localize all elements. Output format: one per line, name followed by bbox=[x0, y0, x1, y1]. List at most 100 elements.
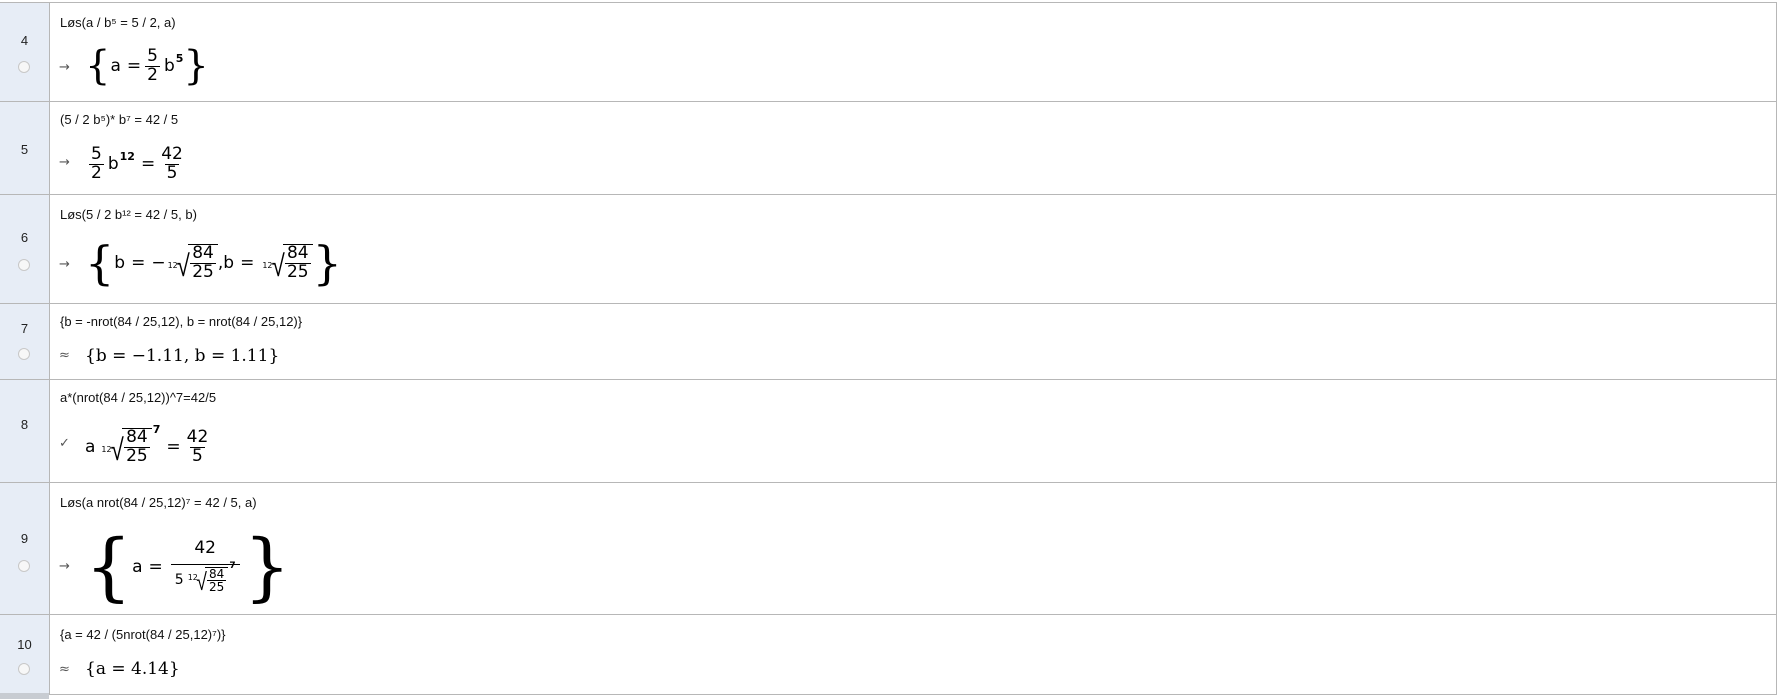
cas-output: { a = 42 5 12 √ 84 25 7} bbox=[85, 524, 291, 610]
row-header[interactable]: 6 bbox=[0, 195, 50, 303]
output-var: b bbox=[223, 253, 235, 273]
cas-output: { a = 5 2 b5 } bbox=[85, 43, 209, 89]
coefficient: 5 bbox=[174, 572, 184, 589]
cas-output: { b = − 12 √ 84 25 , b = 12 √ 84 25} bbox=[85, 236, 342, 290]
cas-row-9[interactable]: 9 Løs(a nrot(84 / 25,12)⁷ = 42 / 5, a) →… bbox=[0, 482, 1777, 614]
cas-input[interactable]: Løs(a nrot(84 / 25,12)⁷ = 42 / 5, a) bbox=[60, 495, 257, 510]
nth-root: 12 √ 84 25 bbox=[188, 566, 229, 597]
cas-input[interactable]: Løs(5 / 2 b¹² = 42 / 5, b) bbox=[60, 207, 197, 222]
fraction: 84 25 bbox=[284, 243, 311, 282]
radical-icon: √ bbox=[271, 248, 285, 284]
cas-row-5[interactable]: 5 (5 / 2 b⁵)* b⁷ = 42 / 5 → 5 2 b 12 = 42… bbox=[0, 101, 1777, 194]
cas-input[interactable]: (5 / 2 b⁵)* b⁷ = 42 / 5 bbox=[60, 112, 178, 127]
fraction: 42 5 12 √ 84 25 7 bbox=[170, 537, 240, 597]
cas-input[interactable]: Løs(a / b⁵ = 5 / 2, a) bbox=[60, 15, 176, 30]
denominator: 25 bbox=[284, 262, 311, 282]
row-number: 7 bbox=[20, 321, 29, 336]
output-var: b bbox=[114, 253, 126, 273]
output-base: b bbox=[163, 56, 175, 76]
fraction: 5 2 bbox=[89, 143, 104, 183]
cas-input[interactable]: {b = -nrot(84 / 25,12), b = nrot(84 / 25… bbox=[60, 314, 302, 329]
fraction: 42 5 bbox=[159, 143, 185, 183]
numerator: 84 bbox=[192, 243, 214, 264]
cas-output: a 12 √ 84 25 7 = 42 5 bbox=[85, 423, 214, 471]
numerator: 5 bbox=[91, 143, 102, 164]
exponent: 7 bbox=[152, 422, 161, 436]
radical-icon: √ bbox=[176, 248, 190, 284]
nth-root: 12 √ 84 25 bbox=[168, 244, 218, 282]
fraction: 84 25 bbox=[190, 243, 216, 282]
approx-icon: ≈ bbox=[59, 662, 70, 677]
checkmark-icon: ✓ bbox=[59, 436, 70, 451]
denominator: 25 bbox=[190, 262, 216, 282]
output-var: a bbox=[85, 437, 96, 457]
cas-row-7[interactable]: 7 {b = -nrot(84 / 25,12), b = nrot(84 / … bbox=[0, 303, 1777, 379]
row-number: 9 bbox=[20, 531, 29, 546]
numerator: 84 bbox=[209, 566, 225, 581]
visibility-toggle[interactable] bbox=[18, 663, 30, 675]
numerator: 5 bbox=[147, 45, 158, 66]
fraction: 84 25 bbox=[124, 427, 150, 466]
nth-root: 12 √ 84 25 bbox=[101, 427, 152, 468]
fraction: 42 5 bbox=[185, 426, 211, 466]
row-header[interactable]: 10 bbox=[0, 615, 50, 694]
row-number: 8 bbox=[20, 417, 29, 432]
row-number: 10 bbox=[17, 637, 32, 652]
numerator: 42 bbox=[186, 426, 209, 447]
output-eq: = bbox=[240, 253, 255, 273]
output-eq: = bbox=[131, 253, 146, 273]
numerator: 84 bbox=[126, 427, 148, 448]
output-eq: = bbox=[126, 56, 142, 76]
output-eq: = bbox=[140, 154, 156, 174]
cas-input[interactable]: {a = 42 / (5nrot(84 / 25,12)⁷)} bbox=[60, 627, 226, 642]
row-header[interactable]: 5 bbox=[0, 102, 50, 194]
cas-row-4[interactable]: 4 Løs(a / b⁵ = 5 / 2, a) → { a = 5 2 b5 … bbox=[0, 2, 1777, 101]
output-var: a bbox=[110, 56, 121, 76]
exponent: 12 bbox=[119, 149, 135, 163]
denominator: 5 bbox=[190, 445, 205, 466]
fraction: 5 2 bbox=[145, 45, 160, 85]
evaluate-arrow-icon: → bbox=[59, 257, 70, 272]
denominator: 5 bbox=[164, 162, 180, 183]
cas-row-10[interactable]: 10 {a = 42 / (5nrot(84 / 25,12)⁷)} ≈ {a … bbox=[0, 614, 1777, 695]
next-row-header[interactable] bbox=[0, 693, 49, 699]
row-header[interactable]: 4 bbox=[0, 3, 50, 101]
exponent: 7 bbox=[229, 560, 236, 571]
exponent: 5 bbox=[175, 51, 184, 65]
output-eq: = bbox=[166, 437, 181, 457]
fraction: 84 25 bbox=[207, 566, 227, 595]
row-number: 6 bbox=[20, 230, 29, 245]
output-base: b bbox=[107, 154, 119, 174]
numerator: 84 bbox=[286, 243, 309, 264]
approx-icon: ≈ bbox=[59, 348, 70, 363]
denominator: 2 bbox=[145, 64, 160, 85]
cas-output: 5 2 b 12 = 42 5 bbox=[85, 144, 189, 184]
denominator: 25 bbox=[207, 580, 227, 595]
evaluate-arrow-icon: → bbox=[59, 60, 70, 75]
numerator: 42 bbox=[161, 143, 183, 164]
visibility-toggle[interactable] bbox=[18, 259, 30, 271]
minus-sign: − bbox=[151, 253, 166, 273]
row-header[interactable]: 8 bbox=[0, 380, 50, 482]
denominator: 5 12 √ 84 25 7 bbox=[170, 560, 240, 597]
row-header[interactable]: 7 bbox=[0, 304, 50, 379]
output-eq: = bbox=[148, 557, 163, 577]
row-number: 5 bbox=[20, 142, 29, 157]
denominator: 2 bbox=[89, 162, 104, 183]
cas-row-6[interactable]: 6 Løs(5 / 2 b¹² = 42 / 5, b) → { b = − 1… bbox=[0, 194, 1777, 303]
radical-icon: √ bbox=[196, 568, 207, 597]
cas-view: 4 Løs(a / b⁵ = 5 / 2, a) → { a = 5 2 b5 … bbox=[0, 0, 1778, 699]
nth-root: 12 √ 84 25 bbox=[262, 243, 313, 284]
numerator: 42 bbox=[194, 537, 216, 558]
cas-input[interactable]: a*(nrot(84 / 25,12))^7=42/5 bbox=[60, 390, 216, 405]
radical-icon: √ bbox=[110, 432, 124, 468]
visibility-toggle[interactable] bbox=[18, 560, 30, 572]
visibility-toggle[interactable] bbox=[18, 61, 30, 73]
row-header[interactable]: 9 bbox=[0, 483, 50, 614]
denominator: 25 bbox=[124, 446, 150, 466]
evaluate-arrow-icon: → bbox=[59, 155, 70, 170]
visibility-toggle[interactable] bbox=[18, 348, 30, 360]
cas-output: {a = 4.14} bbox=[85, 659, 180, 679]
cas-row-8[interactable]: 8 a*(nrot(84 / 25,12))^7=42/5 ✓ a 12 √ 8… bbox=[0, 379, 1777, 482]
evaluate-arrow-icon: → bbox=[59, 559, 70, 574]
